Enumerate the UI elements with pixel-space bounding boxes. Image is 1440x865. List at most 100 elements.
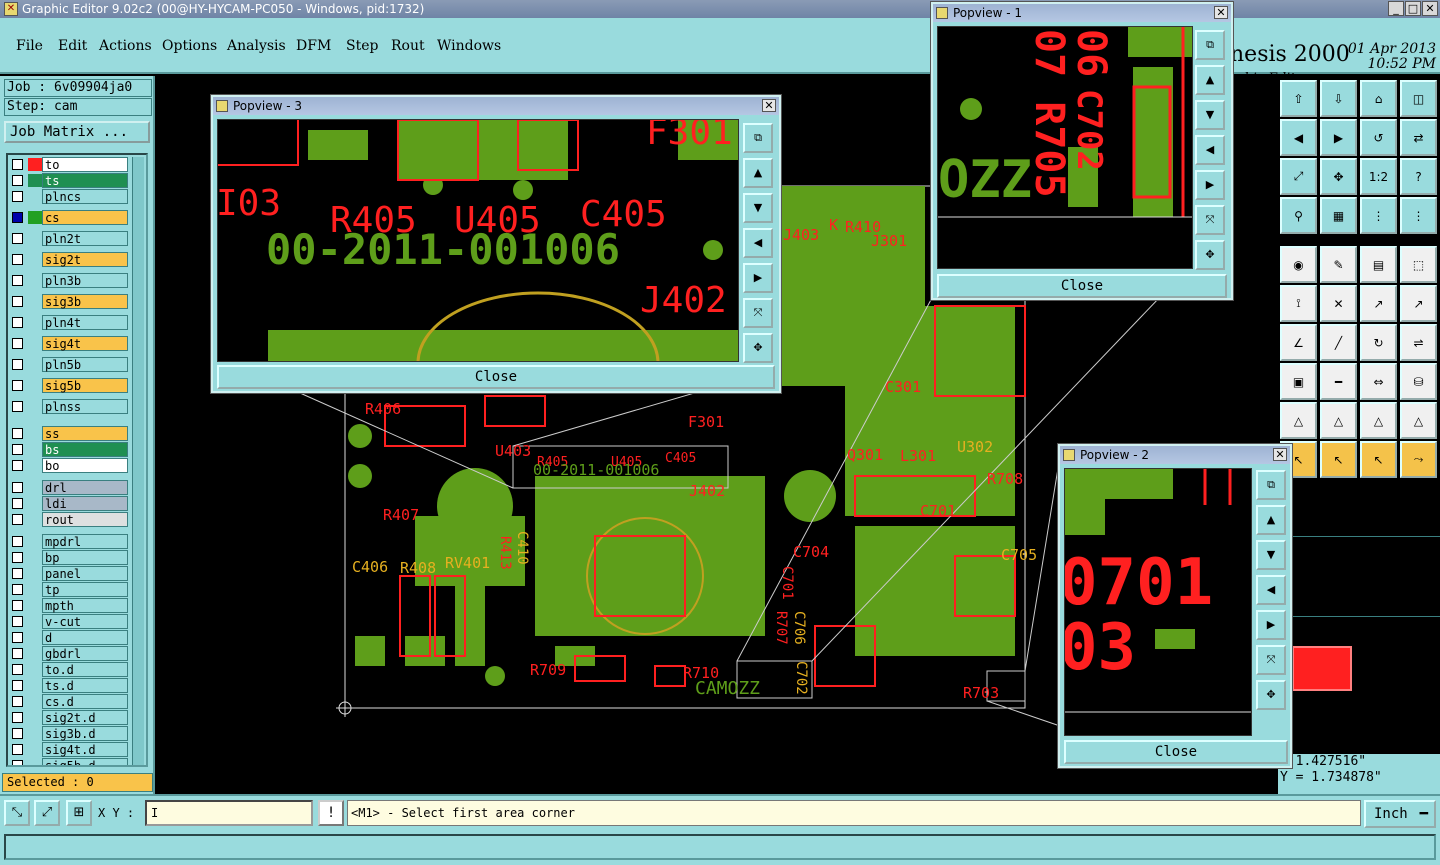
rotate-icon[interactable]: ↺ — [1360, 119, 1397, 156]
layer-row-gbdrl[interactable]: gbdrl — [10, 646, 128, 661]
snap-red-icon[interactable]: ⋮ — [1400, 197, 1437, 234]
menu-options[interactable]: Options — [162, 38, 217, 54]
layer-row-panel[interactable]: panel — [10, 566, 128, 581]
layer-scrollbar[interactable] — [132, 157, 144, 765]
pop3-btn-2[interactable]: ▲ — [743, 158, 773, 188]
popview-2-close-icon[interactable]: ✕ — [1273, 448, 1287, 461]
route-icon[interactable]: ⤳ — [1400, 441, 1437, 478]
maximize-button[interactable]: □ — [1405, 1, 1421, 16]
layer-name[interactable]: sig5b — [42, 378, 128, 393]
menu-edit[interactable]: Edit — [58, 38, 87, 54]
pop1-btn-3[interactable]: ▼ — [1195, 100, 1225, 130]
layer-name[interactable]: pln5b — [42, 357, 128, 372]
layer-checkbox[interactable] — [12, 728, 23, 739]
layer-checkbox[interactable] — [12, 380, 23, 391]
layer-checkbox[interactable] — [12, 616, 23, 627]
menu-step[interactable]: Step — [346, 38, 378, 54]
select-icon[interactable]: ◉ — [1280, 246, 1317, 283]
layer-name[interactable]: to — [42, 157, 128, 172]
minimize-button[interactable]: _ — [1388, 1, 1404, 16]
popview-1-close-button[interactable]: Close — [937, 274, 1227, 298]
probe-icon[interactable]: ⚲ — [1280, 197, 1317, 234]
layer-checkbox[interactable] — [12, 401, 23, 412]
popview-1-close-icon[interactable]: ✕ — [1214, 6, 1228, 19]
layer-name[interactable]: sig3b.d — [42, 726, 128, 741]
layer-name[interactable]: sig4t — [42, 336, 128, 351]
layer-row-sig2t[interactable]: sig2t — [10, 252, 128, 267]
layer-name[interactable]: ts.d — [42, 678, 128, 693]
pop3-btn-7[interactable]: ✥ — [743, 333, 773, 363]
layer-row-sig2t.d[interactable]: sig2t.d — [10, 710, 128, 725]
pop1-btn-7[interactable]: ✥ — [1195, 240, 1225, 270]
layer-row-sig5b[interactable]: sig5b — [10, 378, 128, 393]
layer-row-ts[interactable]: ts — [10, 173, 128, 188]
layer-checkbox[interactable] — [12, 514, 23, 525]
pop3-btn-3[interactable]: ▼ — [743, 193, 773, 223]
close-button[interactable]: ✕ — [1422, 1, 1438, 16]
layer-row-tp[interactable]: tp — [10, 582, 128, 597]
popview-3-close-button[interactable]: Close — [217, 365, 775, 389]
zoom-down-icon[interactable]: ⇩ — [1320, 80, 1357, 117]
popview-2-title[interactable]: Popview - 2 — [1060, 446, 1290, 464]
layer-name[interactable]: sig4t.d — [42, 742, 128, 757]
square-move-icon[interactable]: ▣ — [1280, 363, 1317, 400]
layer-name[interactable]: panel — [42, 566, 128, 581]
minus-icon[interactable]: ━ — [1320, 363, 1357, 400]
layer-name[interactable]: d — [42, 630, 128, 645]
layer-checkbox[interactable] — [12, 317, 23, 328]
measure-icon[interactable]: ⇔ — [1360, 363, 1397, 400]
layer-name[interactable]: plncs — [42, 189, 128, 204]
layer-row-sig3b[interactable]: sig3b — [10, 294, 128, 309]
layer-checkbox[interactable] — [12, 712, 23, 723]
grid-icon[interactable]: ▦ — [1320, 197, 1357, 234]
arc-icon[interactable]: ↻ — [1360, 324, 1397, 361]
house-icon[interactable]: ⌂ — [1360, 80, 1397, 117]
pop2-btn-1[interactable]: ⧉ — [1256, 470, 1286, 500]
slash-icon[interactable]: ╱ — [1320, 324, 1357, 361]
popview-3-canvas[interactable]: R405 U405 C405 F301 I03 J402 00-2011-001… — [217, 119, 739, 362]
layer-checkbox[interactable] — [12, 536, 23, 547]
layer-row-ldi[interactable]: ldi — [10, 496, 128, 511]
dashed-box-icon[interactable]: ⬚ — [1400, 246, 1437, 283]
layer-checkbox[interactable] — [12, 175, 23, 186]
layer-checkbox[interactable] — [12, 338, 23, 349]
layer-checkbox[interactable] — [12, 275, 23, 286]
pan-left-icon[interactable]: ◀ — [1280, 119, 1317, 156]
menu-actions[interactable]: Actions — [99, 38, 152, 54]
connect-icon[interactable]: ⟟ — [1280, 285, 1317, 322]
angle-icon[interactable]: ∠ — [1280, 324, 1317, 361]
layer-row-pln3b[interactable]: pln3b — [10, 273, 128, 288]
layer-row-d[interactable]: d — [10, 630, 128, 645]
xy-input[interactable] — [145, 800, 313, 826]
layer-checkbox[interactable] — [12, 460, 23, 471]
layer-name[interactable]: rout — [42, 512, 128, 527]
layer-name[interactable]: gbdrl — [42, 646, 128, 661]
pop1-btn-6[interactable]: ⤧ — [1195, 205, 1225, 235]
layer-name[interactable]: to.d — [42, 662, 128, 677]
triangle-4-icon[interactable]: △ — [1400, 402, 1437, 439]
pop3-btn-4[interactable]: ◀ — [743, 228, 773, 258]
pop2-btn-2[interactable]: ▲ — [1256, 505, 1286, 535]
layer-row-rout[interactable]: rout — [10, 512, 128, 527]
network-icon[interactable]: ⛁ — [1400, 363, 1437, 400]
layer-row-bo[interactable]: bo — [10, 458, 128, 473]
triangle-icon[interactable]: △ — [1280, 402, 1317, 439]
layer-row-to.d[interactable]: to.d — [10, 662, 128, 677]
layer-checkbox[interactable] — [12, 254, 23, 265]
layer-checkbox[interactable] — [12, 584, 23, 595]
layer-name[interactable]: v-cut — [42, 614, 128, 629]
layer-row-sig5b.d[interactable]: sig5b.d — [10, 758, 128, 765]
layer-name[interactable]: sig5b.d — [42, 758, 128, 765]
layer-name[interactable]: pln4t — [42, 315, 128, 330]
job-matrix-button[interactable]: Job Matrix ... — [4, 121, 150, 143]
layer-checkbox[interactable] — [12, 760, 23, 765]
pop2-btn-5[interactable]: ▶ — [1256, 610, 1286, 640]
layer-name[interactable]: bs — [42, 442, 128, 457]
layer-checkbox[interactable] — [12, 359, 23, 370]
ruler-icon[interactable]: ▤ — [1360, 246, 1397, 283]
popview-3-title[interactable]: Popview - 3 — [213, 97, 779, 115]
pop3-btn-1[interactable]: ⧉ — [743, 123, 773, 153]
center-icon[interactable]: ✥ — [1320, 158, 1357, 195]
arrow-icon[interactable]: ↗ — [1360, 285, 1397, 322]
snap-icon[interactable]: ⋮ — [1360, 197, 1397, 234]
